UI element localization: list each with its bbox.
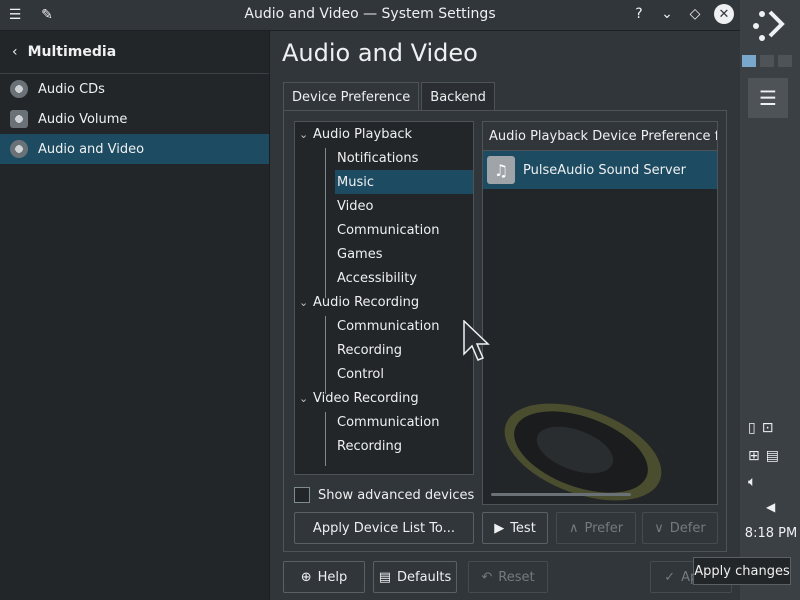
tree-item[interactable]: Recording — [337, 338, 402, 362]
sidebar-item-label: Audio and Video — [38, 141, 145, 157]
defaults-label: Defaults — [397, 569, 452, 585]
close-icon[interactable]: ✕ — [714, 4, 734, 24]
minimize-icon[interactable]: ⌄ — [658, 5, 676, 23]
launcher-icon[interactable] — [748, 6, 788, 46]
checkbox-label: Show advanced devices — [318, 487, 475, 503]
chevron-down-icon: ∨ — [654, 520, 664, 536]
main-content: Audio and Video Device Preference Backen… — [270, 31, 740, 600]
device-list-header: Audio Playback Device Preference for — [483, 122, 717, 151]
tree-item[interactable]: Communication — [337, 218, 439, 242]
defer-button[interactable]: ∨ Defer — [642, 512, 718, 544]
tree-line — [325, 412, 326, 466]
tree-item[interactable]: Accessibility — [337, 266, 417, 290]
speaker-image — [504, 403, 662, 501]
help-button[interactable]: ⊕ Help — [283, 561, 365, 593]
tree-item[interactable]: Control — [337, 362, 384, 386]
tree-item-audio-recording[interactable]: ⌄ Audio Recording — [299, 290, 469, 314]
horizontal-scrollbar[interactable] — [491, 493, 631, 496]
back-label: Multimedia — [27, 44, 117, 60]
help-icon[interactable]: ? — [630, 5, 648, 23]
prefer-label: Prefer — [584, 520, 624, 536]
sidebar-item-audio-volume[interactable]: Audio Volume — [0, 104, 269, 134]
desktop-panel: ☰ ▯ ⊡ ⊞ ▤ 🔈︎ ◀ — [740, 0, 800, 600]
back-button[interactable]: ‹ Multimedia — [0, 31, 269, 74]
defaults-button[interactable]: ▤ Defaults — [373, 561, 457, 593]
tree-item[interactable]: Notifications — [337, 146, 418, 170]
maximize-icon[interactable]: ◇ — [686, 5, 704, 23]
show-advanced-checkbox[interactable]: Show advanced devices — [294, 487, 474, 503]
tree-item[interactable]: Communication — [337, 410, 439, 434]
tree-item-video-recording[interactable]: ⌄ Video Recording — [299, 386, 469, 410]
chevron-down-icon[interactable]: ⌄ — [299, 296, 313, 309]
network-icon[interactable]: ⊡ — [762, 420, 774, 436]
tree-label: Audio Playback — [313, 126, 413, 142]
mouse-cursor-icon — [463, 320, 490, 361]
tree-item-audio-playback[interactable]: ⌄ Audio Playback — [299, 122, 469, 146]
sidebar-item-audio-and-video[interactable]: Audio and Video — [0, 134, 269, 164]
tree-label: Audio Recording — [313, 294, 420, 310]
defer-label: Defer — [669, 520, 706, 536]
pager-desktop-2[interactable] — [760, 55, 774, 67]
test-label: Test — [510, 520, 536, 536]
tree-line — [325, 316, 326, 394]
chevron-up-icon: ∧ — [568, 520, 579, 536]
page-title: Audio and Video — [282, 39, 478, 67]
tree-item-selected[interactable]: Music — [335, 170, 473, 194]
tree-item[interactable]: Video — [337, 194, 373, 218]
undo-icon: ↶ — [481, 569, 493, 585]
usb-icon[interactable]: ▯ — [748, 420, 756, 436]
prefer-button[interactable]: ∧ Prefer — [556, 512, 636, 544]
reset-label: Reset — [498, 569, 535, 585]
category-tree[interactable]: ⌄ Audio Playback Notifications Music Vid… — [294, 121, 474, 475]
lock-icon[interactable]: ⊞ — [748, 448, 760, 464]
tree-item[interactable]: Communication — [337, 314, 439, 338]
clock[interactable]: 8:18 PM — [742, 526, 800, 541]
sidebar: ‹ Multimedia Audio CDs Audio Volume Audi… — [0, 31, 270, 600]
tab-device-preference[interactable]: Device Preference — [283, 82, 420, 111]
window-title: Audio and Video — System Settings — [244, 6, 496, 22]
volume-icon[interactable]: 🔈︎ — [748, 474, 756, 490]
tree-item[interactable]: Recording — [337, 434, 402, 458]
tree-label: Video Recording — [313, 390, 419, 406]
task-system-settings-icon[interactable]: ☰ — [748, 78, 788, 118]
tab-backend[interactable]: Backend — [421, 82, 495, 111]
title-bar: ☰ ✎ Audio and Video — System Settings ? … — [0, 0, 740, 31]
help-label: Help — [317, 569, 348, 585]
tree-line — [325, 148, 326, 298]
chevron-down-icon[interactable]: ⌄ — [299, 128, 313, 141]
clipboard-icon[interactable]: ▤ — [766, 448, 779, 464]
music-note-icon: ♫ — [487, 156, 515, 184]
cd-icon — [10, 80, 28, 98]
speaker-icon — [10, 110, 28, 128]
multimedia-icon — [10, 140, 28, 158]
sidebar-item-audio-cds[interactable]: Audio CDs — [0, 74, 269, 104]
checkbox-box[interactable] — [294, 487, 310, 503]
document-icon: ▤ — [378, 569, 391, 585]
device-list[interactable]: Audio Playback Device Preference for ♫ P… — [482, 121, 718, 505]
chevron-down-icon[interactable]: ⌄ — [299, 392, 313, 405]
chevron-left-icon: ‹ — [12, 44, 18, 60]
test-button[interactable]: ▶ Test — [482, 512, 548, 544]
pager-desktop-1[interactable] — [742, 55, 756, 67]
tooltip: Apply changes — [693, 557, 791, 585]
apply-device-list-button[interactable]: Apply Device List To... — [294, 512, 474, 544]
check-icon: ✓ — [664, 569, 676, 585]
device-row[interactable]: ♫ PulseAudio Sound Server — [483, 151, 717, 189]
pager-desktop-3[interactable] — [778, 55, 792, 67]
tab-bar: Device Preference Backend — [283, 82, 497, 111]
device-label: PulseAudio Sound Server — [523, 162, 687, 178]
tree-item[interactable]: Games — [337, 242, 382, 266]
tab-panel: ⌄ Audio Playback Notifications Music Vid… — [283, 110, 727, 552]
reset-button[interactable]: ↶ Reset — [468, 561, 548, 593]
sidebar-item-label: Audio Volume — [38, 111, 128, 127]
expand-tray-icon[interactable]: ◀ — [766, 500, 775, 514]
sidebar-item-label: Audio CDs — [38, 81, 105, 97]
play-icon: ▶ — [494, 520, 505, 536]
help-icon: ⊕ — [300, 569, 312, 585]
